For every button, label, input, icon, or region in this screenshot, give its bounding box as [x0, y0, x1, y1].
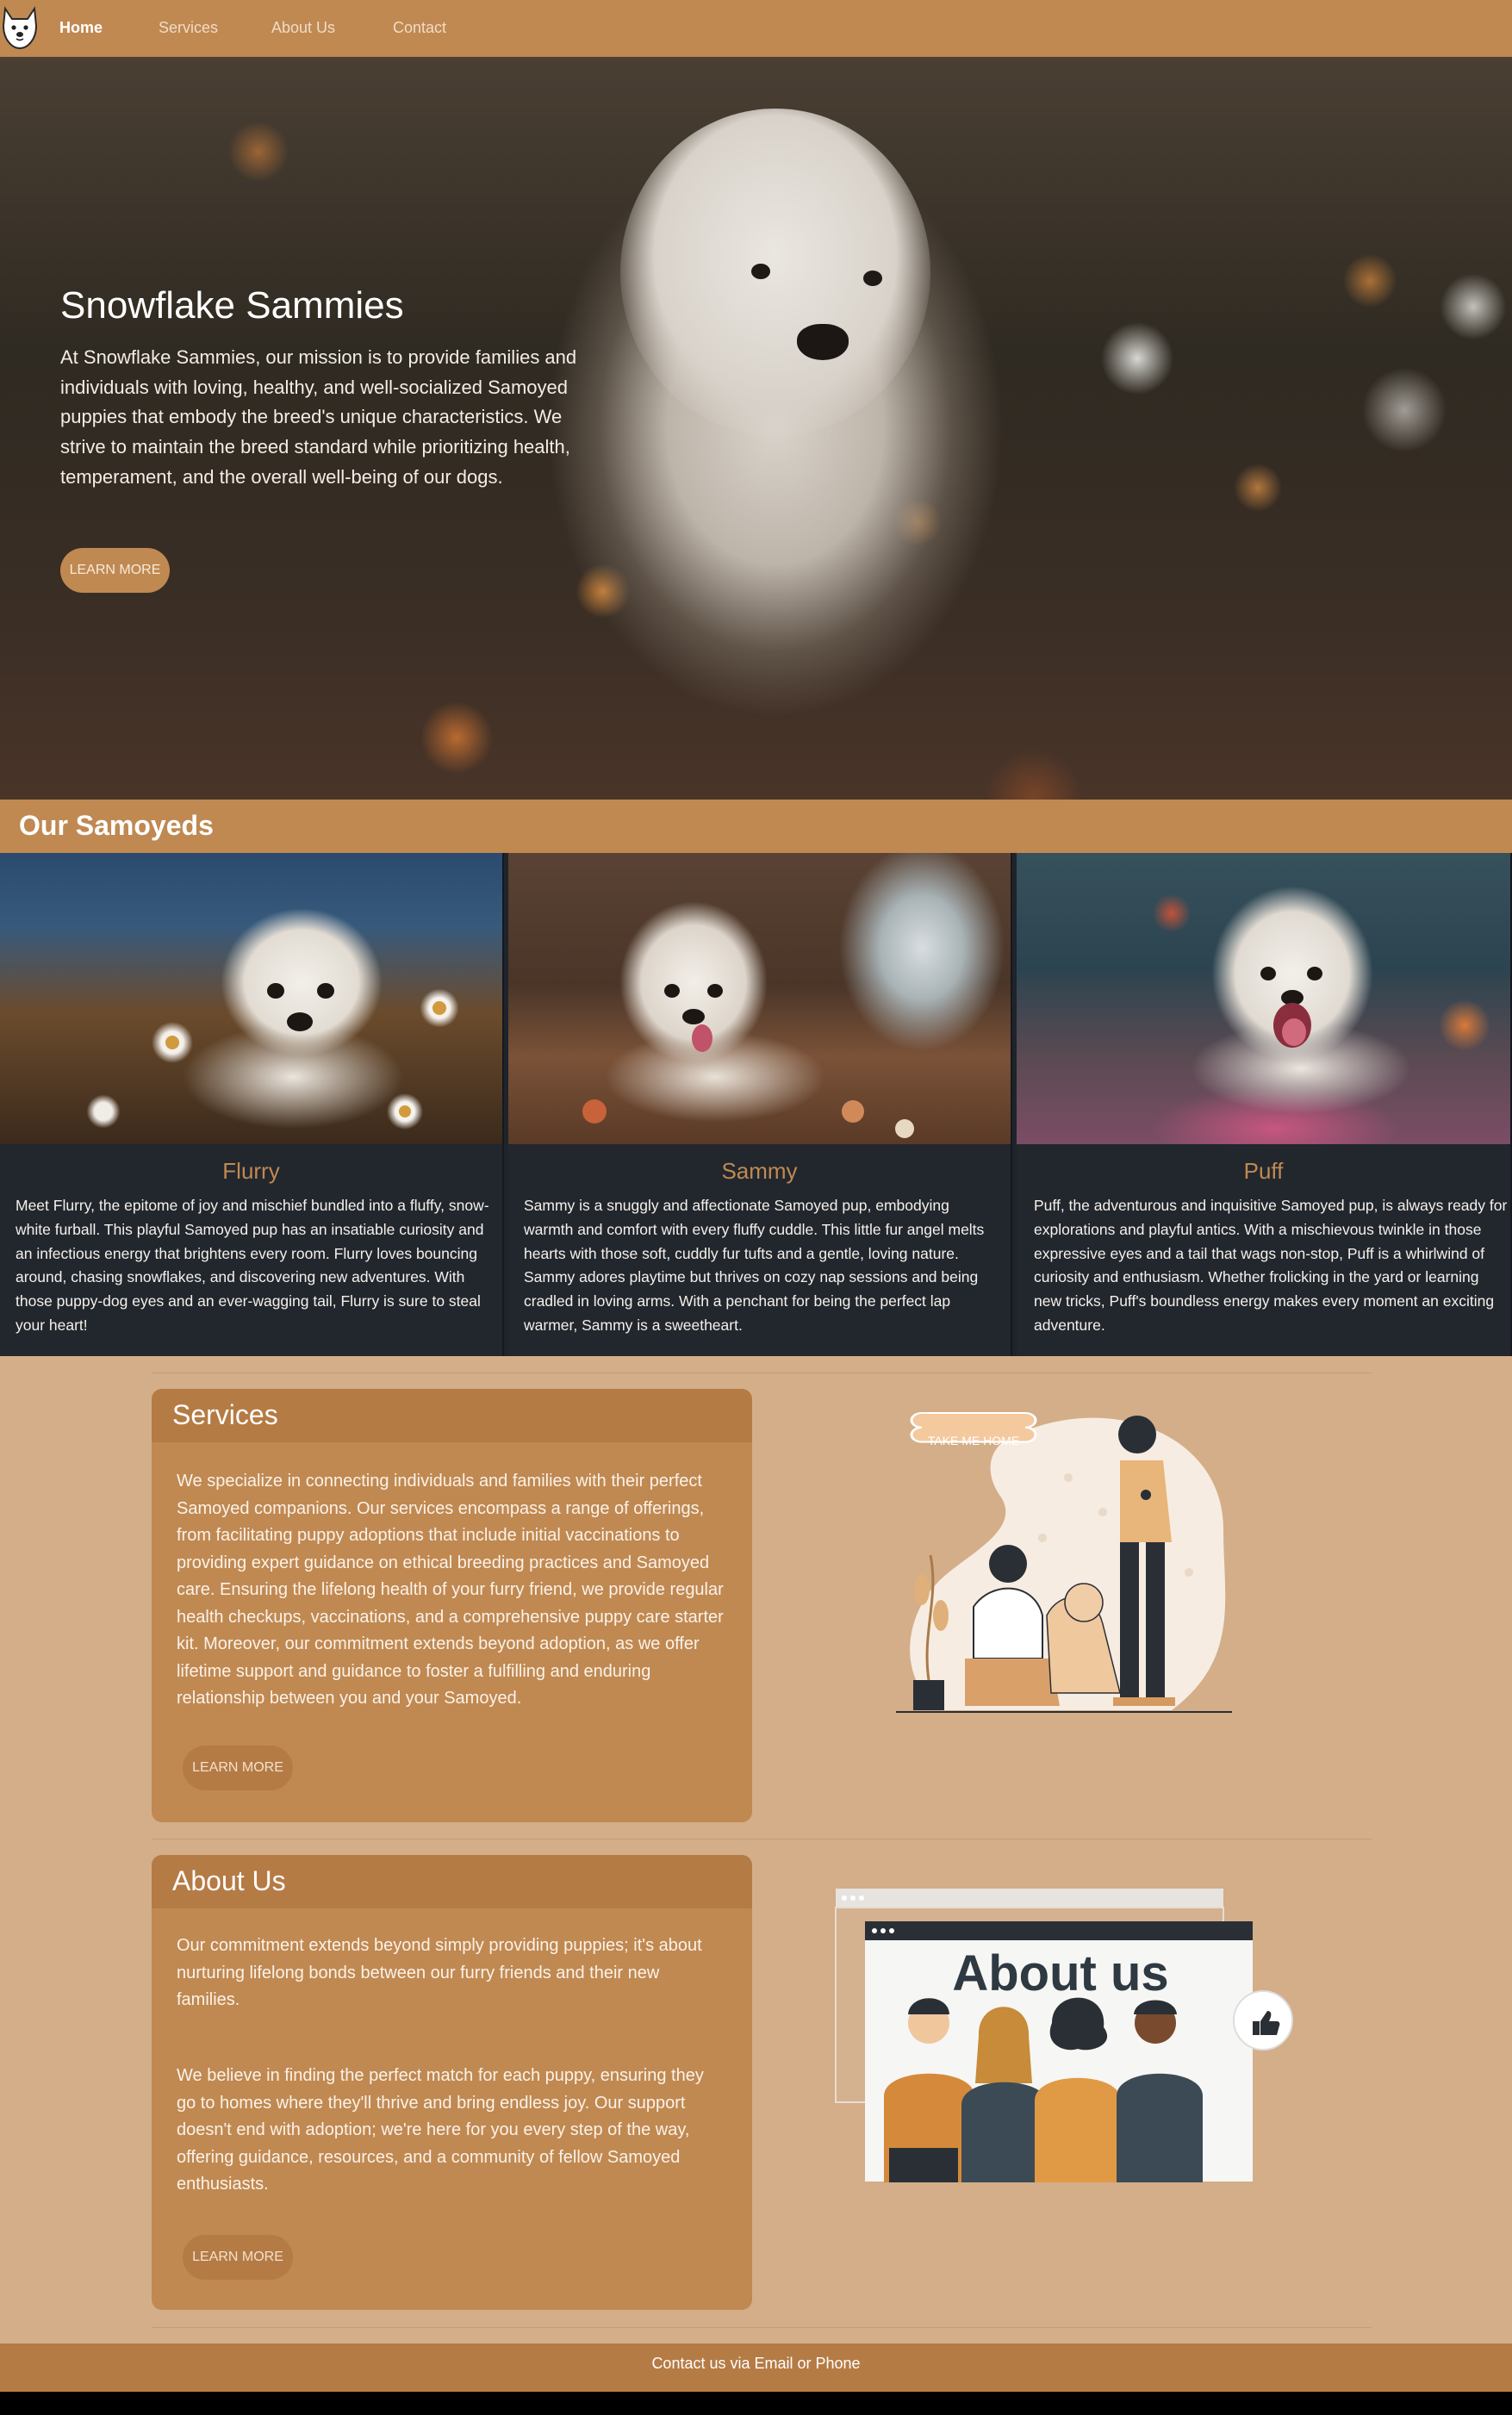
services-title: Services — [172, 1399, 278, 1430]
samoyeds-header — [0, 800, 1512, 853]
samoyed-cards: Flurry Meet Flurry, the epitome of joy a… — [0, 853, 1512, 1356]
hero-dog-eye — [751, 264, 770, 279]
about-learn-more-button[interactable]: LEARN MORE — [183, 2235, 293, 2280]
about-text-2: We believe in finding the perfect match … — [177, 2066, 704, 2194]
nav-contact[interactable]: Contact — [393, 19, 446, 37]
hero-dog-nose — [797, 324, 849, 360]
services-panel: Services We specialize in connecting ind… — [152, 1389, 752, 1822]
navbar: Home Services About Us Contact — [0, 0, 1512, 57]
sign-text: TAKE ME HOME — [928, 1434, 1019, 1447]
section-divider — [152, 2327, 1372, 2328]
card-text-flurry: Meet Flurry, the epitome of joy and misc… — [16, 1197, 489, 1334]
bottom-strip — [0, 2392, 1512, 2415]
about-panel: About Us Our commitment extends beyond s… — [152, 1855, 752, 2310]
hero-title: Snowflake Sammies — [60, 284, 404, 327]
card-text-sammy: Sammy is a snuggly and affectionate Samo… — [524, 1197, 985, 1334]
about-us-illustration-heading: About us — [952, 1945, 1168, 2001]
take-me-home-sign-icon: TAKE ME HOME — [910, 1411, 1037, 1447]
samoyed-logo-icon[interactable] — [0, 3, 40, 52]
services-text: We specialize in connecting individuals … — [177, 1472, 724, 1708]
nav-services[interactable]: Services — [159, 19, 218, 37]
adoption-illustration: TAKE ME HOME — [896, 1411, 1232, 1713]
card-flurry[interactable]: Flurry Meet Flurry, the epitome of joy a… — [0, 853, 504, 1356]
footer-contact-text[interactable]: Contact us via Email or Phone — [0, 2355, 1512, 2373]
hero-mission-text: At Snowflake Sammies, our mission is to … — [60, 346, 577, 488]
sammy-photo — [508, 853, 1011, 1144]
hero-learn-more-button[interactable]: LEARN MORE — [60, 548, 170, 593]
card-name-puff: Puff — [1243, 1158, 1284, 1184]
flurry-photo-details — [165, 983, 446, 1117]
about-text-1: Our commitment extends beyond simply pro… — [177, 1936, 702, 2009]
hero-dog-eye — [863, 271, 882, 286]
puff-photo — [1017, 853, 1510, 1144]
section-divider — [152, 1372, 1372, 1373]
hero-dog-image — [620, 109, 930, 436]
about-us-illustration: About us — [835, 1889, 1293, 2182]
samoyeds-title: Our Samoyeds — [19, 810, 214, 841]
about-title: About Us — [172, 1865, 286, 1896]
card-name-sammy: Sammy — [721, 1158, 798, 1184]
card-name-flurry: Flurry — [222, 1158, 280, 1184]
puff-photo-details — [1260, 967, 1322, 1048]
services-learn-more-button[interactable]: LEARN MORE — [183, 1746, 293, 1790]
card-puff[interactable]: Puff Puff, the adventurous and inquisiti… — [1017, 853, 1512, 1356]
card-text-puff: Puff, the adventurous and inquisitive Sa… — [1034, 1197, 1508, 1334]
card-sammy[interactable]: Sammy Sammy is a snuggly and affectionat… — [508, 853, 1012, 1356]
flurry-photo — [0, 853, 502, 1144]
nav-home[interactable]: Home — [59, 19, 103, 37]
sammy-photo-details — [582, 984, 914, 1138]
nav-about-us[interactable]: About Us — [271, 19, 335, 37]
